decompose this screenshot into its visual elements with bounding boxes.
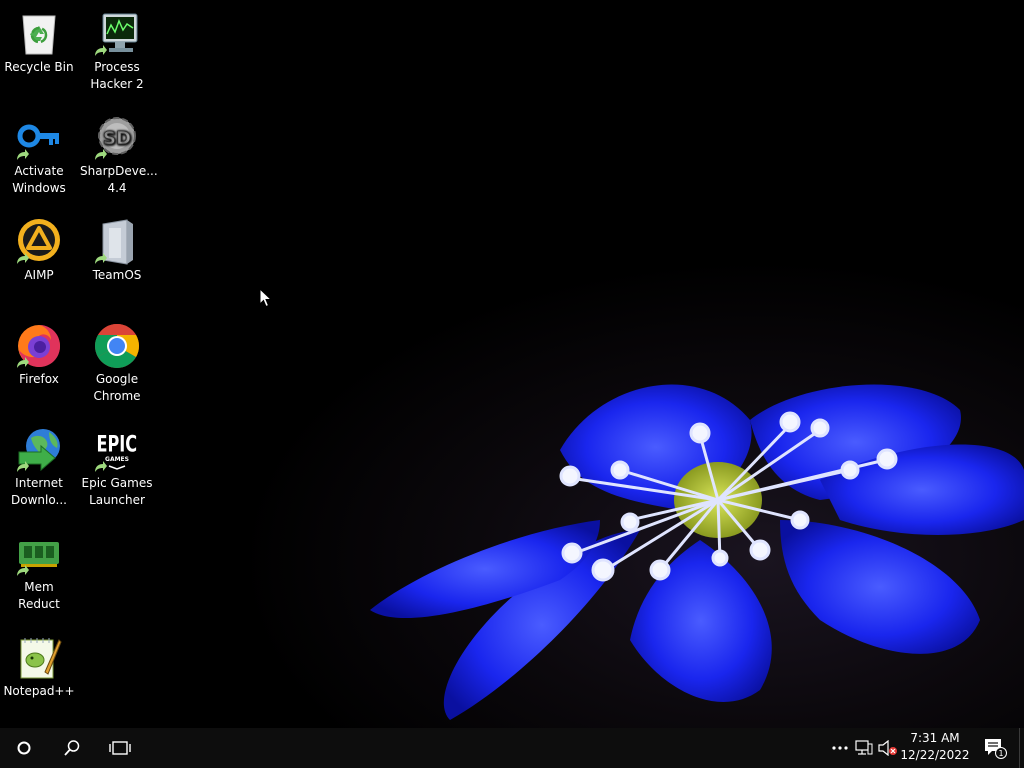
svg-text:EPIC: EPIC xyxy=(96,431,137,457)
action-center-icon: 1 xyxy=(985,739,1007,759)
desktop-icon-aimp[interactable]: AIMP xyxy=(0,208,78,284)
desktop-icon-label: Mem Reduct xyxy=(18,580,60,611)
search-button[interactable] xyxy=(48,728,96,768)
desktop: Recycle Bin Process Hacker 2 Activate Wi… xyxy=(0,0,1024,728)
task-view-button[interactable] xyxy=(96,728,144,768)
mem-reduct-icon xyxy=(15,530,63,578)
desktop-icon-activate-windows[interactable]: Activate Windows xyxy=(0,104,78,197)
more-icon xyxy=(832,746,848,750)
aimp-icon xyxy=(15,218,63,266)
desktop-icon-label: Epic Games Launcher xyxy=(81,476,153,507)
internet-download-manager-icon xyxy=(15,426,63,474)
desktop-icon-label: Process Hacker 2 xyxy=(90,60,144,91)
desktop-icon-firefox[interactable]: Firefox xyxy=(0,312,78,388)
desktop-icon-sharpdevelop[interactable]: SD SharpDeve... 4.4 xyxy=(78,104,158,197)
svg-text:GAMES: GAMES xyxy=(105,456,129,463)
notepad-plus-plus-icon xyxy=(15,634,63,682)
desktop-icon-label: Recycle Bin xyxy=(4,60,74,74)
volume-muted-icon xyxy=(878,740,897,756)
network-tray-button[interactable] xyxy=(852,728,876,768)
shortcut-arrow-icon xyxy=(95,45,107,56)
start-circle-icon xyxy=(17,741,31,755)
search-icon xyxy=(64,740,80,756)
desktop-icon-label: SharpDeve... 4.4 xyxy=(80,164,158,195)
shortcut-arrow-icon xyxy=(17,461,29,472)
firefox-icon xyxy=(15,322,63,370)
action-center-button[interactable]: 1 xyxy=(980,728,1010,768)
desktop-icon-teamos[interactable]: TeamOS xyxy=(78,208,156,284)
recycle-bin-icon xyxy=(15,10,63,58)
task-view-icon xyxy=(109,741,131,755)
teamos-icon xyxy=(93,218,141,266)
desktop-icon-notepad-plus-plus[interactable]: Notepad++ xyxy=(0,624,78,700)
desktop-icon-label: Activate Windows xyxy=(12,164,66,195)
taskbar-clock[interactable]: 7:31 AM 12/22/2022 xyxy=(896,728,974,768)
shortcut-arrow-icon xyxy=(95,149,107,160)
desktop-icon-internet-download-manager[interactable]: Internet Downlo... xyxy=(0,416,78,509)
desktop-icon-label: Internet Downlo... xyxy=(11,476,67,507)
desktop-icon-epic-games[interactable]: EPIC GAMES Epic Games Launcher xyxy=(78,416,156,509)
start-button[interactable] xyxy=(0,728,48,768)
desktop-icon-label: Firefox xyxy=(19,372,59,386)
desktop-icon-label: Google Chrome xyxy=(93,372,141,403)
shortcut-arrow-icon xyxy=(17,149,29,160)
desktop-icon-process-hacker[interactable]: Process Hacker 2 xyxy=(78,0,156,93)
shortcut-arrow-icon xyxy=(17,357,29,368)
mouse-cursor-icon xyxy=(259,288,273,308)
show-desktop-button[interactable] xyxy=(1019,728,1024,768)
desktop-icon-label: AIMP xyxy=(24,268,54,282)
shortcut-arrow-icon xyxy=(95,253,107,264)
desktop-icon-mem-reduct[interactable]: Mem Reduct xyxy=(0,520,78,613)
notification-count: 1 xyxy=(998,749,1003,758)
chrome-icon xyxy=(93,322,141,370)
shortcut-arrow-icon xyxy=(17,253,29,264)
clock-time: 7:31 AM xyxy=(910,731,960,745)
shortcut-arrow-icon xyxy=(95,461,107,472)
desktop-icon-label: Notepad++ xyxy=(3,684,75,698)
shortcut-arrow-icon xyxy=(17,565,29,576)
key-icon xyxy=(15,114,63,162)
desktop-icon-recycle-bin[interactable]: Recycle Bin xyxy=(0,0,78,76)
clock-date: 12/22/2022 xyxy=(900,748,970,762)
taskbar: 7:31 AM 12/22/2022 1 xyxy=(0,728,1024,768)
tray-overflow-button[interactable] xyxy=(828,728,852,768)
process-hacker-icon xyxy=(93,10,141,58)
desktop-icon-google-chrome[interactable]: Google Chrome xyxy=(78,312,156,405)
svg-text:SD: SD xyxy=(103,128,131,149)
sharpdevelop-icon: SD xyxy=(93,114,141,162)
epic-games-icon: EPIC GAMES xyxy=(93,426,141,474)
network-icon xyxy=(855,740,873,755)
desktop-icon-label: TeamOS xyxy=(92,268,142,282)
